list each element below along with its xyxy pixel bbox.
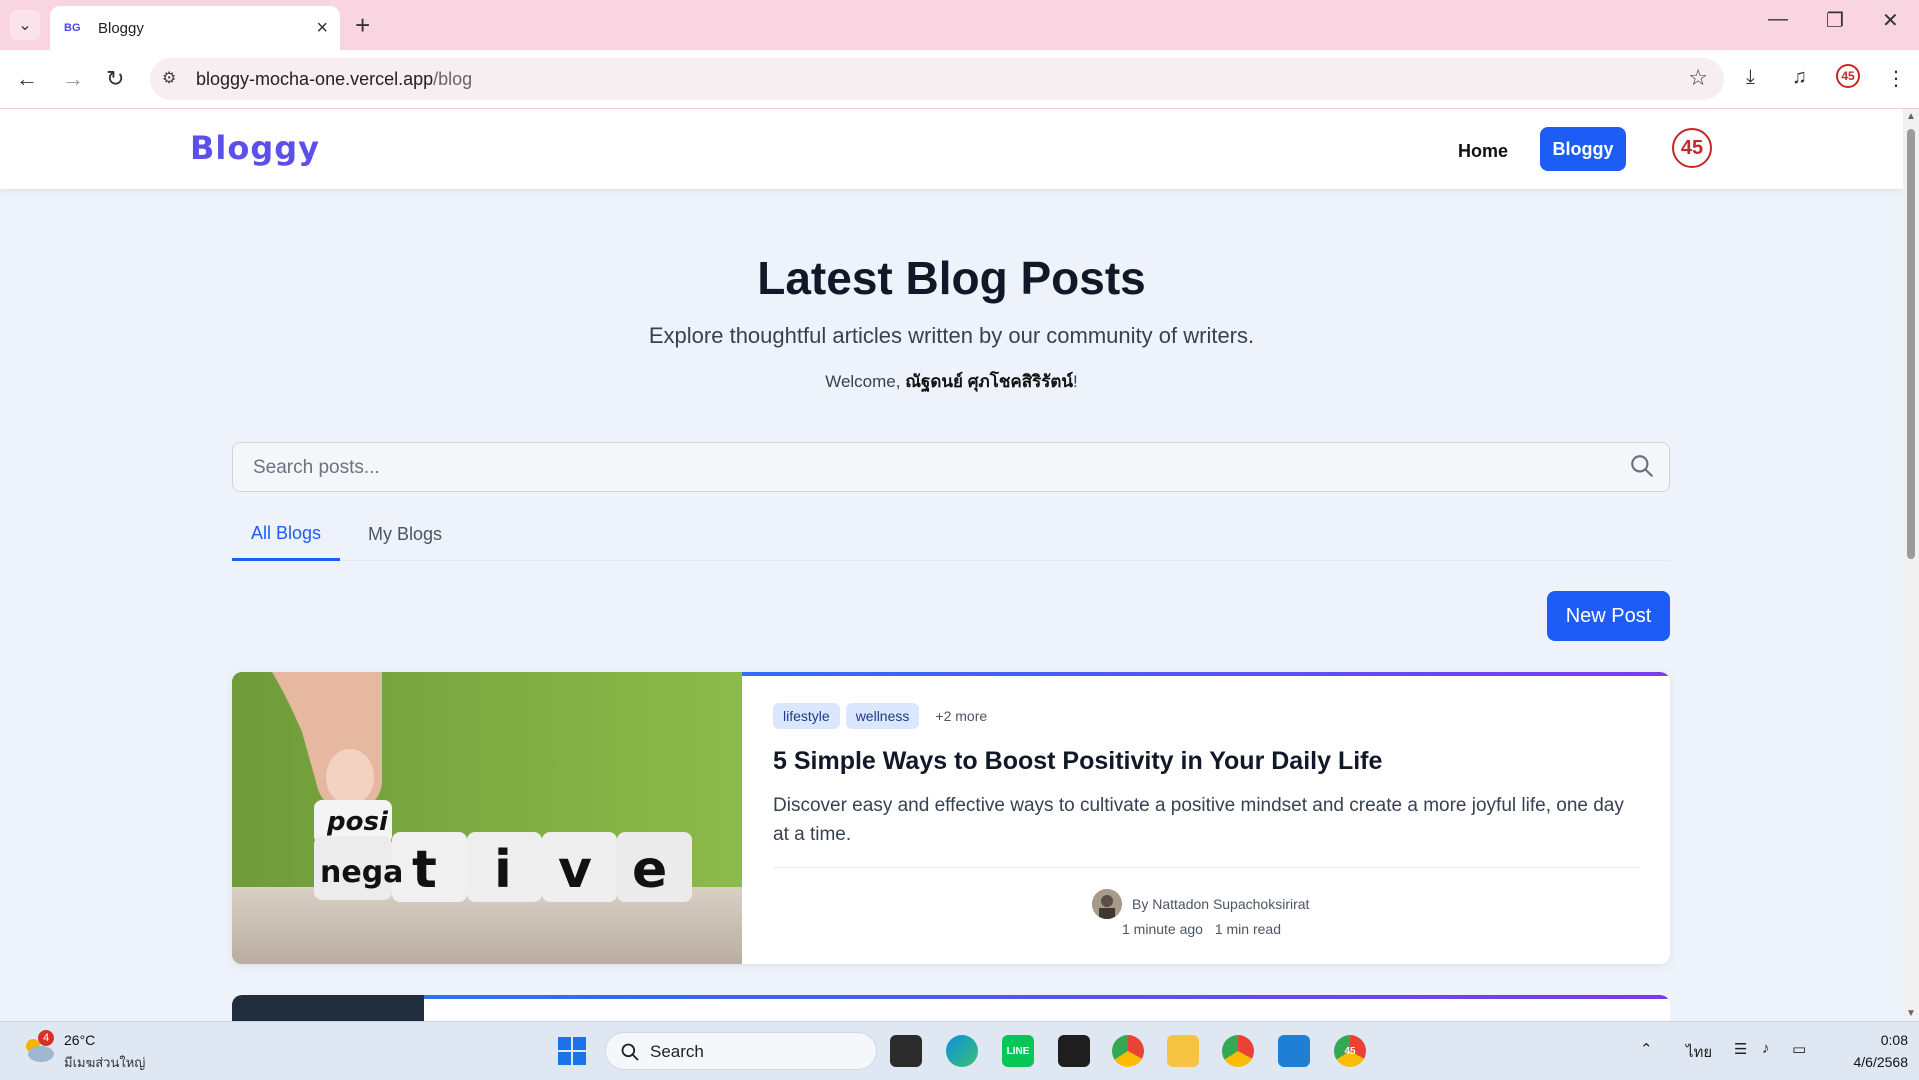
back-icon[interactable]: ← xyxy=(16,64,38,94)
post-title[interactable]: 5 Simple Ways to Boost Positivity in You… xyxy=(773,747,1382,776)
author-name: By Nattadon Supachoksirirat xyxy=(1132,896,1310,912)
new-tab-button[interactable]: + xyxy=(355,10,370,40)
post-image xyxy=(232,995,424,1021)
windows-taskbar: 4 26°C มีเมฆส่วนใหญ่ Search LINE 45 ⌃ ไท… xyxy=(0,1021,1919,1080)
svg-text:nega: nega xyxy=(320,855,403,890)
post-card[interactable] xyxy=(232,995,1670,1021)
svg-text:v: v xyxy=(558,840,592,900)
clock-date[interactable]: 4/6/2568 xyxy=(1836,1054,1909,1070)
media-control-icon[interactable]: ♫ xyxy=(1792,66,1807,89)
search-input[interactable] xyxy=(251,455,1595,481)
card-divider xyxy=(773,867,1639,868)
extension-icon[interactable]: 45 xyxy=(1836,64,1860,88)
figma-icon[interactable] xyxy=(1058,1035,1090,1067)
volume-icon[interactable]: ♪ xyxy=(1762,1040,1770,1057)
weather-description[interactable]: มีเมฆส่วนใหญ่ xyxy=(64,1052,145,1073)
close-window-icon[interactable]: ✕ xyxy=(1882,8,1899,33)
post-time-ago: 1 minute ago xyxy=(1122,921,1203,937)
search-icon xyxy=(621,1043,639,1061)
author-avatar xyxy=(1092,889,1122,919)
card-accent-bar xyxy=(424,995,1670,999)
language-indicator[interactable]: ไทย xyxy=(1686,1040,1712,1064)
tab-all-blogs[interactable]: All Blogs xyxy=(232,516,340,561)
page-subtitle: Explore thoughtful articles written by o… xyxy=(648,323,1255,348)
welcome-user-name: ณัฐดนย์ ศุภโชคสิริรัตน์ xyxy=(905,372,1074,391)
blog-tabs: All Blogs My Blogs xyxy=(232,516,1670,561)
card-accent-bar xyxy=(742,672,1670,676)
scroll-thumb[interactable] xyxy=(1907,129,1915,559)
url-text[interactable]: bloggy-mocha-one.vercel.app/blog xyxy=(196,69,472,90)
tab-favicon: BG xyxy=(64,22,81,34)
minimize-icon[interactable]: — xyxy=(1768,8,1788,31)
tray-overflow-icon[interactable]: ⌃ xyxy=(1640,1040,1653,1058)
welcome-message: Welcome, ณัฐดนย์ ศุภโชคสิริรัตน์! xyxy=(825,372,1078,391)
site-logo[interactable]: Bloggy xyxy=(190,129,320,167)
page-scrollbar[interactable]: ▲ ▼ xyxy=(1903,109,1919,1021)
tag-badge[interactable]: lifestyle xyxy=(773,703,840,729)
chrome-profile-icon[interactable] xyxy=(1222,1035,1254,1067)
vscode-icon[interactable] xyxy=(1278,1035,1310,1067)
address-bar[interactable]: ⚙ bloggy-mocha-one.vercel.app/blog ☆ xyxy=(150,58,1724,100)
battery-icon[interactable]: ▭ xyxy=(1792,1040,1806,1058)
page-title: Latest Blog Posts xyxy=(757,252,1146,304)
site-info-icon[interactable]: ⚙ xyxy=(162,68,176,88)
taskbar-search[interactable]: Search xyxy=(605,1032,877,1070)
post-tags: lifestyle wellness +2 more xyxy=(773,703,987,729)
restore-icon[interactable]: ❐ xyxy=(1826,8,1844,33)
chrome-icon[interactable] xyxy=(1112,1035,1144,1067)
tab-title: Bloggy xyxy=(98,19,144,37)
browser-tab[interactable]: BG Bloggy × xyxy=(50,6,340,50)
post-image: posi nega t i v e xyxy=(232,672,742,964)
scroll-up-icon[interactable]: ▲ xyxy=(1906,111,1916,122)
clock-time[interactable]: 0:08 xyxy=(1868,1032,1908,1048)
task-view-icon[interactable] xyxy=(890,1035,922,1067)
nav-home-link[interactable]: Home xyxy=(1458,141,1508,162)
chrome-active-icon[interactable]: 45 xyxy=(1334,1035,1366,1067)
menu-dots-icon[interactable]: ⋮ xyxy=(1886,66,1906,91)
taskbar-search-label: Search xyxy=(650,1042,704,1061)
search-icon[interactable] xyxy=(1629,453,1655,479)
weather-badge: 4 xyxy=(38,1030,54,1046)
post-read-time: 1 min read xyxy=(1214,921,1281,937)
post-card[interactable]: posi nega t i v e lifestyle wellness +2 … xyxy=(232,672,1670,964)
browser-toolbar: ← → ↻ ⚙ bloggy-mocha-one.vercel.app/blog… xyxy=(0,50,1919,109)
edge-icon[interactable] xyxy=(946,1035,978,1067)
tag-badge[interactable]: wellness xyxy=(845,703,920,729)
scroll-down-icon[interactable]: ▼ xyxy=(1906,1008,1916,1019)
line-app-icon[interactable]: LINE xyxy=(1002,1035,1034,1067)
svg-text:t: t xyxy=(412,840,437,900)
reload-icon[interactable]: ↻ xyxy=(106,64,124,94)
close-tab-icon[interactable]: × xyxy=(316,17,328,40)
browser-tab-bar: ⌄ BG Bloggy × + — ❐ ✕ xyxy=(0,0,1919,50)
svg-text:i: i xyxy=(494,840,512,900)
search-box xyxy=(232,442,1670,492)
wifi-icon[interactable]: ☰ xyxy=(1734,1040,1747,1058)
site-header: Bloggy Home Bloggy 45 xyxy=(0,109,1903,189)
new-post-button[interactable]: New Post xyxy=(1547,591,1670,641)
post-excerpt: Discover easy and effective ways to cult… xyxy=(773,795,1624,845)
user-avatar[interactable]: 45 xyxy=(1672,128,1712,168)
file-explorer-icon[interactable] xyxy=(1167,1035,1199,1067)
post-meta: 1 minute ago 1 min read xyxy=(1122,921,1289,937)
forward-icon[interactable]: → xyxy=(62,64,84,94)
download-icon[interactable]: ⤓ xyxy=(1746,66,1755,89)
svg-text:posi: posi xyxy=(326,807,389,837)
svg-text:e: e xyxy=(632,840,667,900)
tab-search-button[interactable]: ⌄ xyxy=(10,10,40,40)
more-tags-label: +2 more xyxy=(935,708,988,724)
bookmark-star-icon[interactable]: ☆ xyxy=(1688,65,1708,91)
windows-start-icon[interactable] xyxy=(556,1035,588,1067)
page-viewport: Bloggy Home Bloggy 45 Latest Blog Posts … xyxy=(0,109,1903,1021)
weather-temperature[interactable]: 26°C xyxy=(64,1032,95,1048)
tab-my-blogs[interactable]: My Blogs xyxy=(360,516,450,558)
nav-bloggy-button[interactable]: Bloggy xyxy=(1540,127,1626,171)
chevron-down-icon: ⌄ xyxy=(18,17,32,34)
